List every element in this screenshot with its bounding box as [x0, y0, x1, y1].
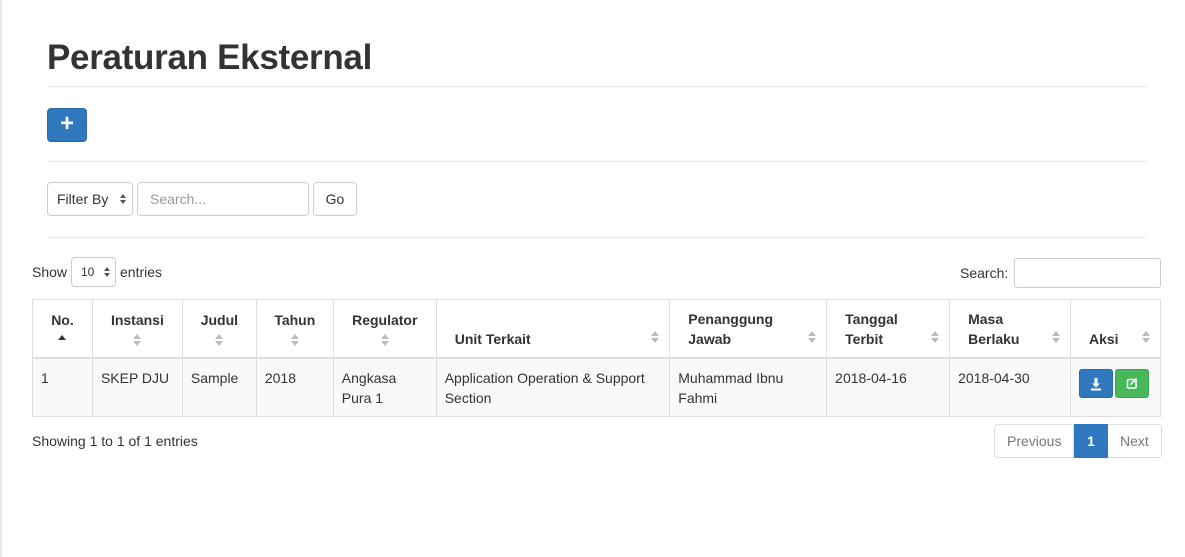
col-header-tahun[interactable]: Tahun [255, 299, 334, 359]
sort-icon [1142, 330, 1150, 343]
col-header-penanggung-jawab[interactable]: Penanggung Jawab [669, 299, 828, 359]
pagination: Previous 1 Next [994, 424, 1162, 458]
col-header-unit-terkait[interactable]: Unit Terkait [435, 299, 671, 359]
col-header-instansi[interactable]: Instansi [91, 299, 183, 359]
cell-unit-terkait: Application Operation & Support Section [435, 357, 671, 417]
sort-icon [215, 334, 224, 346]
entries-length-value: 10 [81, 265, 95, 279]
cell-masa-berlaku: 2018-04-30 [949, 357, 1071, 417]
page-1-button[interactable]: 1 [1074, 424, 1108, 458]
add-button[interactable]: + [47, 108, 87, 142]
col-header-tanggal-terbit[interactable]: Tanggal Terbit [826, 299, 951, 359]
edit-button[interactable] [1114, 368, 1149, 398]
cell-penanggung-jawab: Muhammad Ibnu Fahmi [669, 357, 828, 417]
sort-icon [290, 334, 299, 346]
filter-by-select[interactable]: Filter By [47, 182, 133, 216]
divider [47, 86, 1146, 87]
download-button[interactable] [1078, 368, 1113, 398]
divider [47, 237, 1146, 238]
table-info: Showing 1 to 1 of 1 entries [32, 433, 198, 449]
divider [47, 161, 1146, 162]
sort-icon [380, 334, 389, 346]
filter-search-input[interactable] [137, 182, 309, 216]
table-row: 1 SKEP DJU Sample 2018 Angkasa Pura 1 Ap… [32, 357, 1162, 417]
download-icon [1090, 377, 1101, 390]
select-arrows-icon [104, 267, 111, 277]
previous-page-button[interactable]: Previous [994, 424, 1074, 458]
sort-icon [1051, 330, 1060, 343]
table-header-row: No. Instansi Judul Tahun Regulator Unit … [32, 299, 1162, 359]
filter-by-label: Filter By [57, 191, 109, 207]
cell-regulator: Angkasa Pura 1 [332, 357, 437, 417]
next-page-button[interactable]: Next [1108, 424, 1162, 458]
entries-length-select[interactable]: 10 [71, 257, 116, 287]
plus-icon: + [59, 110, 74, 137]
select-arrows-icon [120, 194, 127, 204]
col-header-judul[interactable]: Judul [181, 299, 257, 359]
sort-icon [808, 330, 817, 343]
page-left-border [0, 0, 2, 557]
sort-icon [651, 330, 660, 343]
regulations-table: No. Instansi Judul Tahun Regulator Unit … [32, 299, 1162, 417]
col-header-aksi[interactable]: Aksi [1069, 299, 1162, 359]
cell-aksi [1069, 357, 1162, 417]
cell-no: 1 [32, 357, 93, 417]
sort-asc-icon [58, 335, 67, 340]
edit-icon [1126, 377, 1138, 389]
table-search-label: Search: [960, 265, 1009, 281]
page-title: Peraturan Eksternal [47, 38, 373, 77]
cell-tahun: 2018 [255, 357, 334, 417]
col-header-no[interactable]: No. [32, 299, 93, 359]
table-search-input[interactable] [1014, 258, 1161, 288]
col-header-masa-berlaku[interactable]: Masa Berlaku [949, 299, 1071, 359]
sort-icon [133, 334, 142, 346]
sort-icon [931, 330, 940, 343]
cell-tanggal-terbit: 2018-04-16 [826, 357, 951, 417]
go-button[interactable]: Go [313, 182, 357, 216]
col-header-regulator[interactable]: Regulator [332, 299, 437, 359]
entries-label: entries [120, 264, 163, 280]
show-label: Show [32, 264, 68, 280]
cell-judul: Sample [181, 357, 257, 417]
cell-instansi: SKEP DJU [91, 357, 183, 417]
